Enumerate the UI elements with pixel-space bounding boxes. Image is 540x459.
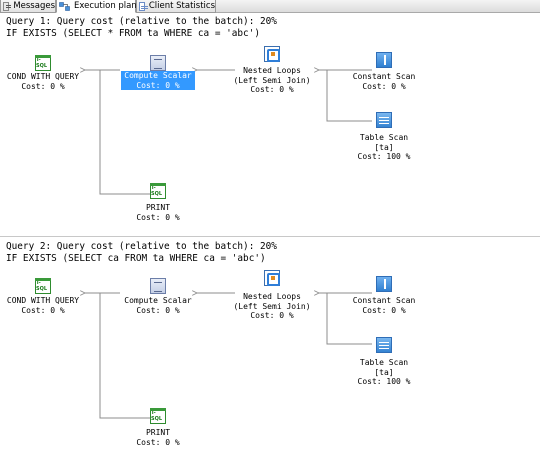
constant-scan-icon[interactable] [376,276,392,292]
node-cost: Cost: 0 % [136,305,180,315]
node-cost: Cost: 0 % [362,81,406,91]
plan-node-nested-loops[interactable]: Nested Loops (Left Semi Join) Cost: 0 % [228,292,316,321]
node-subtitle: [ta] [374,367,394,377]
node-name: Constant Scan [352,72,416,81]
plan-node-table-scan[interactable]: Table Scan [ta] Cost: 100 % [346,358,422,387]
node-cost: Cost: 0 % [21,305,65,315]
selected-node-highlight: Compute Scalar Cost: 0 % [121,71,195,90]
plan-node-table-scan[interactable]: Table Scan [ta] Cost: 100 % [346,133,422,162]
plan-node-constant-scan[interactable]: Constant Scan Cost: 0 % [342,296,426,315]
query-divider [0,236,540,237]
table-scan-icon[interactable] [376,112,392,128]
node-subtitle: (Left Semi Join) [233,301,311,311]
plan-node-cond-with-query[interactable]: COND WITH QUERY Cost: 0 % [2,296,84,315]
node-name: COND WITH QUERY [6,296,80,305]
node-name: Table Scan [359,133,409,142]
node-subtitle: [ta] [374,142,394,152]
query-1-header: Query 1: Query cost (relative to the bat… [6,16,277,27]
node-subtitle: (Left Semi Join) [233,75,311,85]
node-name: Table Scan [359,358,409,367]
plan-node-constant-scan[interactable]: Constant Scan Cost: 0 % [342,72,426,91]
node-cost: Cost: 100 % [357,377,411,386]
query-1-sql: IF EXISTS (SELECT * FROM ta WHERE ca = '… [6,28,260,39]
plan-node-print[interactable]: PRINT Cost: 0 % [124,428,192,447]
node-name: Constant Scan [352,296,416,305]
compute-scalar-icon[interactable] [150,278,166,294]
tsql-icon[interactable]: T-SQL [35,278,51,294]
node-name: Nested Loops [243,66,301,75]
node-cost: Cost: 0 % [250,311,294,320]
node-cost: Cost: 0 % [136,437,180,447]
node-name: Compute Scalar [124,71,192,80]
compute-scalar-icon[interactable] [150,55,166,71]
node-cost: Cost: 0 % [250,85,294,94]
plan-node-compute-scalar[interactable]: Compute Scalar Cost: 0 % [120,296,196,315]
table-scan-icon[interactable] [376,337,392,353]
node-cost: Cost: 0 % [136,212,180,222]
node-name: COND WITH QUERY [6,72,80,81]
plan-node-compute-scalar[interactable]: Compute Scalar Cost: 0 % [120,71,196,90]
nested-loops-icon[interactable] [264,46,280,62]
node-name: Nested Loops [243,292,301,301]
tsql-icon[interactable]: T-SQL [150,408,166,424]
plan-node-nested-loops[interactable]: Nested Loops (Left Semi Join) Cost: 0 % [228,66,316,95]
constant-scan-icon[interactable] [376,52,392,68]
node-cost: Cost: 0 % [136,80,180,90]
query-2-header: Query 2: Query cost (relative to the bat… [6,241,277,252]
nested-loops-icon[interactable] [264,270,280,286]
node-cost: Cost: 0 % [362,305,406,315]
tsql-icon[interactable]: T-SQL [35,55,51,71]
node-name: PRINT [145,203,171,212]
node-cost: Cost: 0 % [21,81,65,91]
tsql-icon[interactable]: T-SQL [150,183,166,199]
node-name: PRINT [145,428,171,437]
query-2-sql: IF EXISTS (SELECT ca FROM ta WHERE ca = … [6,253,266,264]
plan-node-print[interactable]: PRINT Cost: 0 % [124,203,192,222]
node-cost: Cost: 100 % [357,152,411,161]
node-name: Compute Scalar [124,296,192,305]
plan-node-cond-with-query[interactable]: COND WITH QUERY Cost: 0 % [2,72,84,91]
